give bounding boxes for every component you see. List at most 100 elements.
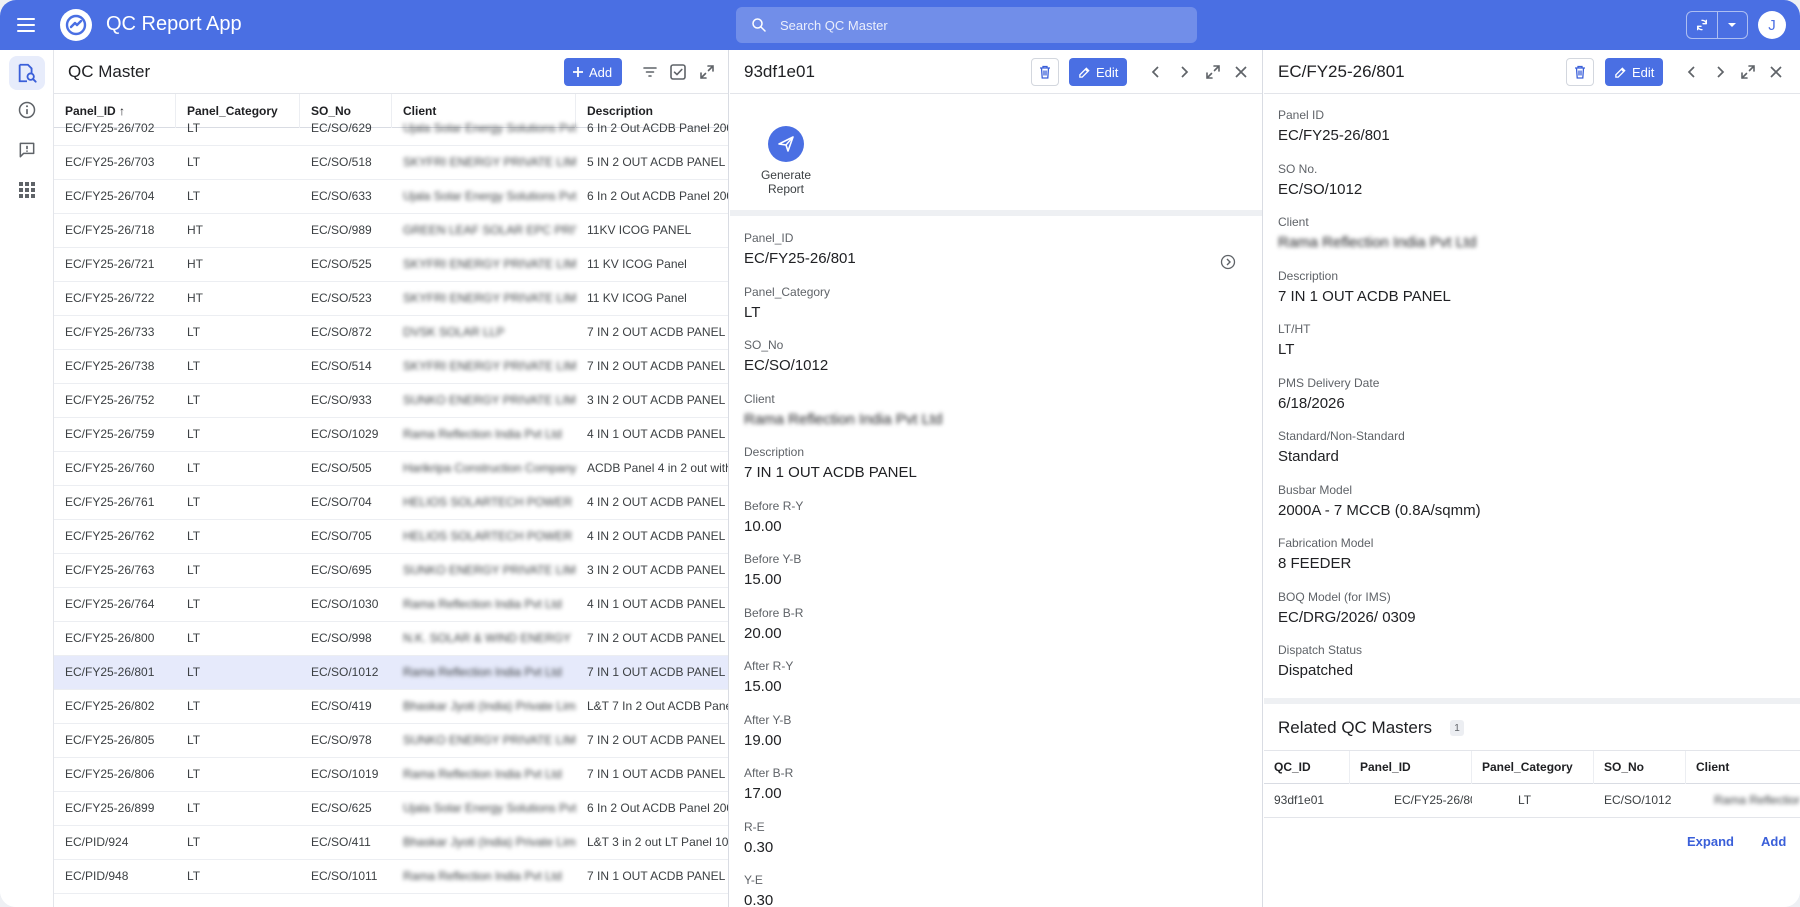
filter-button[interactable]	[638, 60, 662, 84]
sync-options-button[interactable]	[1716, 12, 1747, 38]
edit-button-label: Edit	[1632, 64, 1655, 80]
add-button[interactable]: Add	[564, 58, 623, 86]
cell-panel-category: LT	[187, 699, 201, 713]
expand-panel-button[interactable]	[1736, 60, 1760, 84]
table-row[interactable]: EC/FY25-26/800 LT EC/SO/998 N.K. SOLAR & WI…	[54, 622, 728, 656]
table-row[interactable]: EC/FY25-26/764 LT EC/SO/1030 Rama Reflectio…	[54, 588, 728, 622]
edit-button[interactable]: Edit	[1069, 58, 1127, 86]
cell-description: 4 IN 2 OUT ACDB PANEL	[587, 495, 726, 509]
cell-so-no: EC/SO/998	[311, 631, 372, 645]
cell-panel-id: EC/FY25-26/801	[1394, 793, 1472, 807]
expand-list-button[interactable]	[695, 60, 719, 84]
table-row[interactable]: EC/FY25-26/761 LT EC/SO/704 HELIOS SOLARTEC…	[54, 486, 728, 520]
table-row[interactable]: EC/FY25-26/721 HT EC/SO/525 SKYFRI ENERGY P…	[54, 248, 728, 282]
field-label: Client	[744, 391, 775, 406]
add-related-button[interactable]: Add	[1761, 834, 1786, 849]
cell-client: Bhaskar Jyoti (India) Private Limited	[403, 699, 576, 713]
section-divider	[730, 210, 1262, 216]
table-row[interactable]: EC/FY25-26/760 LT EC/SO/505 Harikripa Const…	[54, 452, 728, 486]
table-row[interactable]: EC/FY25-26/763 LT EC/SO/695 SUNKO ENERGY PR…	[54, 554, 728, 588]
close-icon	[1770, 66, 1782, 78]
cell-panel-category: LT	[187, 359, 201, 373]
field-value: 0.30	[744, 892, 774, 907]
cell-description: 7 IN 1 OUT ACDB PANEL	[587, 869, 726, 883]
col-header-panel-id[interactable]: Panel_ID	[1350, 751, 1472, 784]
table-row[interactable]: EC/FY25-26/718 HT EC/SO/989 GREEN LEAF SOLA…	[54, 214, 728, 248]
table-row[interactable]: EC/FY25-26/752 LT EC/SO/933 SUNKO ENERGY PR…	[54, 384, 728, 418]
expand-related-button[interactable]: Expand	[1687, 834, 1734, 849]
hamburger-menu-icon[interactable]	[14, 13, 38, 37]
sync-icon	[1696, 19, 1708, 31]
cell-so-no: EC/SO/933	[311, 393, 372, 407]
expand-panel-button[interactable]	[1201, 60, 1225, 84]
table-row[interactable]: EC/FY25-26/759 LT EC/SO/1029 Rama Reflectio…	[54, 418, 728, 452]
related-table-row[interactable]: 93df1e01 EC/FY25-26/801 LT EC/SO/1012 Ra…	[1264, 784, 1800, 818]
search-input[interactable]	[780, 17, 1180, 33]
table-row[interactable]: EC/FY25-26/762 LT EC/SO/705 HELIOS SOLARTEC…	[54, 520, 728, 554]
generate-report-button[interactable]: Generate Report	[759, 126, 813, 196]
cell-panel-id: EC/FY25-26/759	[65, 427, 155, 441]
rail-item-apps[interactable]	[9, 173, 45, 207]
cell-description: 7 IN 2 OUT ACDB PANEL	[587, 631, 726, 645]
table-row[interactable]: EC/FY25-26/704 LT EC/SO/633 Ujala Solar Ene…	[54, 180, 728, 214]
cell-client: Rama Reflection India Pvt Ltd	[403, 427, 562, 441]
delete-button[interactable]	[1031, 58, 1059, 86]
previous-record-button[interactable]	[1144, 60, 1168, 84]
cell-so-no: EC/SO/514	[311, 359, 372, 373]
expand-icon	[1206, 65, 1220, 79]
chevron-left-icon	[1151, 66, 1159, 78]
cell-so-no: EC/SO/705	[311, 529, 372, 543]
cell-panel-category: HT	[187, 291, 203, 305]
field-value: 2000A - 7 MCCB (0.8A/sqmm)	[1278, 501, 1481, 519]
table-row[interactable]: EC/FY25-26/805 LT EC/SO/978 SUNKO ENERGY PR…	[54, 724, 728, 758]
chevron-right-icon	[1717, 66, 1725, 78]
field-value: 6/18/2026	[1278, 394, 1345, 412]
next-record-button[interactable]	[1708, 60, 1732, 84]
cell-so-no: EC/SO/989	[311, 223, 372, 237]
delete-button[interactable]	[1566, 58, 1594, 86]
field-value: 7 IN 1 OUT ACDB PANEL	[744, 464, 917, 481]
edit-button[interactable]: Edit	[1605, 58, 1663, 86]
table-row[interactable]: EC/FY25-26/722 HT EC/SO/523 SKYFRI ENERGY P…	[54, 282, 728, 316]
app-title: QC Report App	[106, 13, 242, 35]
section-divider	[1264, 698, 1800, 704]
col-header-so-no[interactable]: SO_No	[1594, 751, 1686, 784]
user-avatar[interactable]: J	[1758, 11, 1786, 39]
edit-icon	[1079, 66, 1090, 78]
table-row[interactable]: EC/FY25-26/899 LT EC/SO/625 Ujala Solar Ene…	[54, 792, 728, 826]
col-header-panel-category[interactable]: Panel_Category	[1472, 751, 1594, 784]
search-box[interactable]	[736, 7, 1197, 43]
field-value: 17.00	[744, 785, 782, 802]
table-row[interactable]: EC/FY25-26/802 LT EC/SO/419 Bhaskar Jyoti (…	[54, 690, 728, 724]
close-panel-button[interactable]	[1764, 60, 1788, 84]
table-row[interactable]: EC/PID/924 LT EC/SO/411 Bhaskar Jyoti (Indi…	[54, 826, 728, 860]
rail-item-qc-master[interactable]	[9, 56, 45, 90]
table-row[interactable]: EC/FY25-26/801 LT EC/SO/1012 Rama Reflectio…	[54, 656, 728, 690]
sync-button[interactable]	[1687, 12, 1717, 38]
table-row[interactable]: EC/PID/948 LT EC/SO/1011 Rama Reflection In…	[54, 860, 728, 894]
open-panel-link-button[interactable]	[1216, 250, 1240, 274]
close-panel-button[interactable]	[1229, 60, 1253, 84]
rail-item-info[interactable]	[9, 93, 45, 127]
table-row[interactable]: EC/FY25-26/733 LT EC/SO/872 DVSK SOLAR LLP 7…	[54, 316, 728, 350]
table-row[interactable]: EC/FY25-26/806 LT EC/SO/1019 Rama Reflectio…	[54, 758, 728, 792]
cell-so-no: EC/SO/1012	[311, 665, 379, 679]
cell-panel-category: LT	[187, 495, 201, 509]
previous-record-button[interactable]	[1680, 60, 1704, 84]
cell-description: 4 IN 1 OUT ACDB PANEL	[587, 597, 726, 611]
col-header-qc-id[interactable]: QC_ID	[1264, 751, 1350, 784]
table-row[interactable]: EC/FY25-26/703 LT EC/SO/518 SKYFRI ENERGY P…	[54, 146, 728, 180]
field-label: Before B-R	[744, 605, 804, 620]
select-rows-button[interactable]	[666, 60, 690, 84]
table-row[interactable]: EC/FY25-26/702 LT EC/SO/629 Ujala Solar Ene…	[54, 112, 728, 146]
cell-description: 7 IN 2 OUT ACDB PANEL	[587, 325, 726, 339]
next-record-button[interactable]	[1172, 60, 1196, 84]
rail-item-feedback[interactable]	[9, 133, 45, 167]
col-header-client[interactable]: Client	[1686, 751, 1800, 784]
plus-icon	[573, 67, 583, 77]
table-row[interactable]: EC/FY25-26/738 LT EC/SO/514 SKYFRI ENERGY P…	[54, 350, 728, 384]
cell-so-no: EC/SO/704	[311, 495, 372, 509]
field-label: Y-E	[744, 873, 763, 887]
cell-client: Rama Reflection India Pvt Ltd	[403, 597, 562, 611]
related-title: Related QC Masters	[1278, 718, 1432, 737]
